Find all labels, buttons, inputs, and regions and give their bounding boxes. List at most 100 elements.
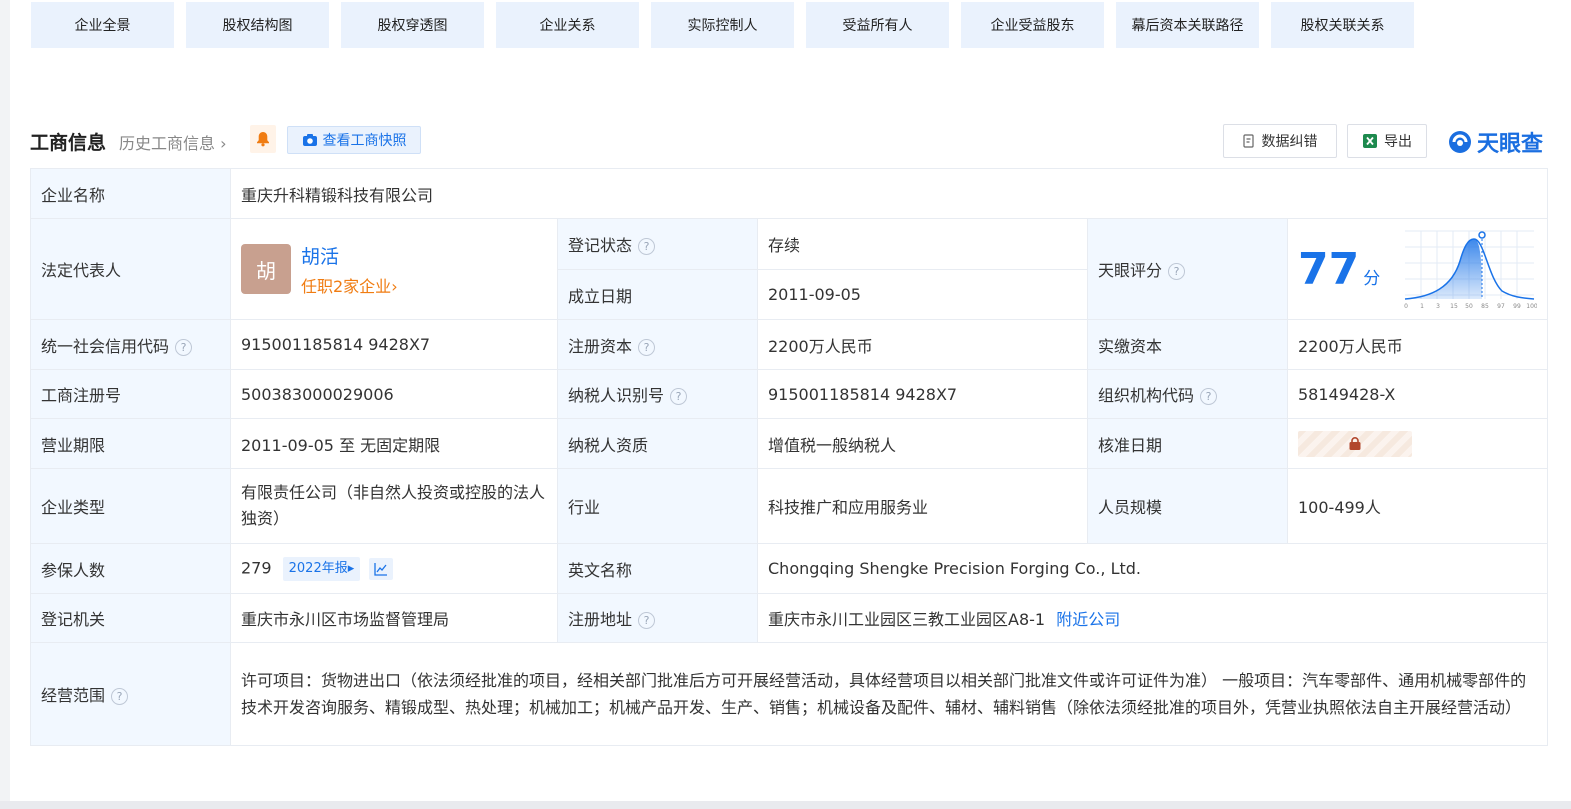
tab-capital-path[interactable]: 幕后资本关联路径 <box>1116 2 1259 48</box>
score-distribution-chart: 0 1 3 15 50 85 97 99 100 <box>1404 230 1537 310</box>
bottom-bar <box>0 801 1571 809</box>
industry: 科技推广和应用服务业 <box>757 468 1088 544</box>
org-code-label: 组织机构代码? <box>1087 369 1288 419</box>
tab-beneficial-shareholder[interactable]: 企业受益股东 <box>961 2 1104 48</box>
logo-mark-icon <box>1449 131 1471 153</box>
business-scope: 许可项目：货物进出口（依法须经批准的项目，经相关部门批准后方可开展经营活动，具体… <box>229 642 1549 746</box>
paid-capital-label: 实缴资本 <box>1087 319 1288 370</box>
score-tick: 1 <box>1420 303 1424 310</box>
industry-label: 行业 <box>557 468 758 544</box>
reg-no: 500383000029006 <box>230 369 558 419</box>
tab-bar: 企业全景 股权结构图 股权穿透图 企业关系 实际控制人 受益所有人 企业受益股东… <box>31 2 1414 48</box>
lock-icon <box>1349 436 1361 450</box>
tab-equity-structure[interactable]: 股权结构图 <box>186 2 329 48</box>
bell-icon[interactable] <box>250 125 276 153</box>
table-row: 参保人数 279 2022年报▸ 英文名称 Chongqing Shengke … <box>30 543 1549 594</box>
term-label: 营业期限 <box>30 418 231 469</box>
type-label: 企业类型 <box>30 468 231 544</box>
business-info-table: 企业名称 重庆升科精锻科技有限公司 法定代表人 胡 胡活 任职2家企业› 登记状… <box>30 168 1549 746</box>
help-icon[interactable]: ? <box>638 612 656 629</box>
tianyancha-logo: 天眼查 <box>1447 126 1543 158</box>
section-header: 工商信息 历史工商信息 › 查看工商快照 数据纠错 导出 天眼查 <box>30 124 1548 158</box>
scope-label: 经营范围? <box>30 642 231 746</box>
tab-equity-relation[interactable]: 股权关联关系 <box>1271 2 1414 48</box>
export-button[interactable]: 导出 <box>1347 124 1427 158</box>
snapshot-button[interactable]: 查看工商快照 <box>287 126 421 154</box>
staff-label: 人员规模 <box>1087 468 1288 544</box>
taxpayer-id-label: 纳税人识别号? <box>557 369 758 419</box>
authority: 重庆市永川区市场监督管理局 <box>230 593 558 643</box>
en-name: Chongqing Shengke Precision Forging Co.,… <box>756 543 1549 594</box>
score-cell[interactable]: 77 分 0 1 3 15 50 85 97 99 100 <box>1286 218 1549 320</box>
edit-doc-icon <box>1242 134 1254 148</box>
help-icon[interactable]: ? <box>175 338 193 356</box>
help-icon[interactable]: ? <box>1200 388 1218 405</box>
table-row: 经营范围? 许可项目：货物进出口（依法须经批准的项目，经相关部门批准后方可开展经… <box>30 642 1549 746</box>
trend-chart-icon[interactable] <box>369 557 394 580</box>
legal-rep-label: 法定代表人 <box>30 218 231 320</box>
authority-label: 登记机关 <box>30 593 231 643</box>
staff: 100-499人 <box>1286 468 1549 544</box>
tax-quality: 增值税一般纳税人 <box>757 418 1088 469</box>
score-tick: 100 <box>1526 303 1537 310</box>
data-correct-button[interactable]: 数据纠错 <box>1223 124 1337 158</box>
nearby-companies-link[interactable]: 附近公司 <box>1056 610 1120 629</box>
score-tick: 97 <box>1497 303 1505 310</box>
score-tick: 99 <box>1513 303 1521 310</box>
score-tick: 15 <box>1450 303 1458 310</box>
tab-relations[interactable]: 企业关系 <box>496 2 639 48</box>
tab-controller[interactable]: 实际控制人 <box>651 2 794 48</box>
term: 2011-09-05 至 无固定期限 <box>230 418 558 469</box>
table-row: 工商注册号 500383000029006 纳税人识别号? 9150011858… <box>30 369 1549 419</box>
caret-right-icon: ▸ <box>347 560 355 576</box>
help-icon[interactable]: ? <box>638 238 656 255</box>
found-date: 2011-09-05 <box>757 269 1088 320</box>
approve-date-label: 核准日期 <box>1087 418 1288 469</box>
camera-icon <box>302 134 317 146</box>
help-icon[interactable]: ? <box>638 338 656 356</box>
table-row: 法定代表人 胡 胡活 任职2家企业› 登记状态? 存续 天眼评分? 77 分 0… <box>30 218 1549 320</box>
locked-value[interactable] <box>1298 430 1412 457</box>
insured-cell: 279 2022年报▸ <box>230 543 558 594</box>
reg-no-label: 工商注册号 <box>30 369 231 419</box>
table-row: 营业期限 2011-09-05 至 无固定期限 纳税人资质 增值税一般纳税人 核… <box>30 418 1549 469</box>
org-code: 58149428-X <box>1286 369 1549 419</box>
help-icon[interactable]: ? <box>670 388 688 405</box>
address-label: 注册地址? <box>557 593 758 643</box>
score-tick: 0 <box>1404 303 1408 310</box>
legal-rep-positions-link[interactable]: 任职2家企业› <box>301 273 398 297</box>
reg-status-label: 登记状态? <box>557 218 758 270</box>
help-icon[interactable]: ? <box>111 688 129 705</box>
en-name-label: 英文名称 <box>557 543 758 594</box>
annual-report-tag[interactable]: 2022年报▸ <box>282 556 361 581</box>
insured-count: 279 <box>241 558 272 577</box>
insured-label: 参保人数 <box>30 543 231 594</box>
legal-rep-cell: 胡 胡活 任职2家企业› <box>230 218 558 320</box>
company-name: 重庆升科精锻科技有限公司 <box>229 168 1549 219</box>
chevron-right-icon: › <box>391 276 398 296</box>
found-date-label: 成立日期 <box>557 269 758 320</box>
score-tick: 3 <box>1436 303 1440 310</box>
tab-overview[interactable]: 企业全景 <box>31 2 174 48</box>
tab-beneficial-owner[interactable]: 受益所有人 <box>806 2 949 48</box>
page: 企业全景 股权结构图 股权穿透图 企业关系 实际控制人 受益所有人 企业受益股东… <box>10 0 1571 801</box>
approve-date-cell <box>1286 418 1549 469</box>
address-cell: 重庆市永川工业园区三教工业园区A8-1 附近公司 <box>756 593 1549 643</box>
excel-icon <box>1363 134 1377 148</box>
paid-capital: 2200万人民币 <box>1286 319 1549 370</box>
reg-capital: 2200万人民币 <box>757 319 1088 370</box>
table-row: 登记机关 重庆市永川区市场监督管理局 注册地址? 重庆市永川工业园区三教工业园区… <box>30 593 1549 643</box>
table-row: 统一社会信用代码? 915001185814 9428X7 注册资本? 2200… <box>30 319 1549 370</box>
avatar[interactable]: 胡 <box>241 244 291 294</box>
score-unit: 分 <box>1363 268 1381 289</box>
reg-status: 存续 <box>757 218 1088 270</box>
taxpayer-id: 915001185814 9428X7 <box>757 369 1088 419</box>
help-icon[interactable]: ? <box>1168 263 1186 280</box>
table-row: 企业类型 有限责任公司（非自然人投资或控股的法人独资） 行业 科技推广和应用服务… <box>30 468 1549 544</box>
score-tick: 85 <box>1481 303 1489 310</box>
history-link[interactable]: 历史工商信息 › <box>119 130 227 154</box>
legal-rep-name[interactable]: 胡活 <box>301 242 398 269</box>
tax-quality-label: 纳税人资质 <box>557 418 758 469</box>
tab-equity-penetration[interactable]: 股权穿透图 <box>341 2 484 48</box>
score-label: 天眼评分? <box>1087 218 1288 320</box>
